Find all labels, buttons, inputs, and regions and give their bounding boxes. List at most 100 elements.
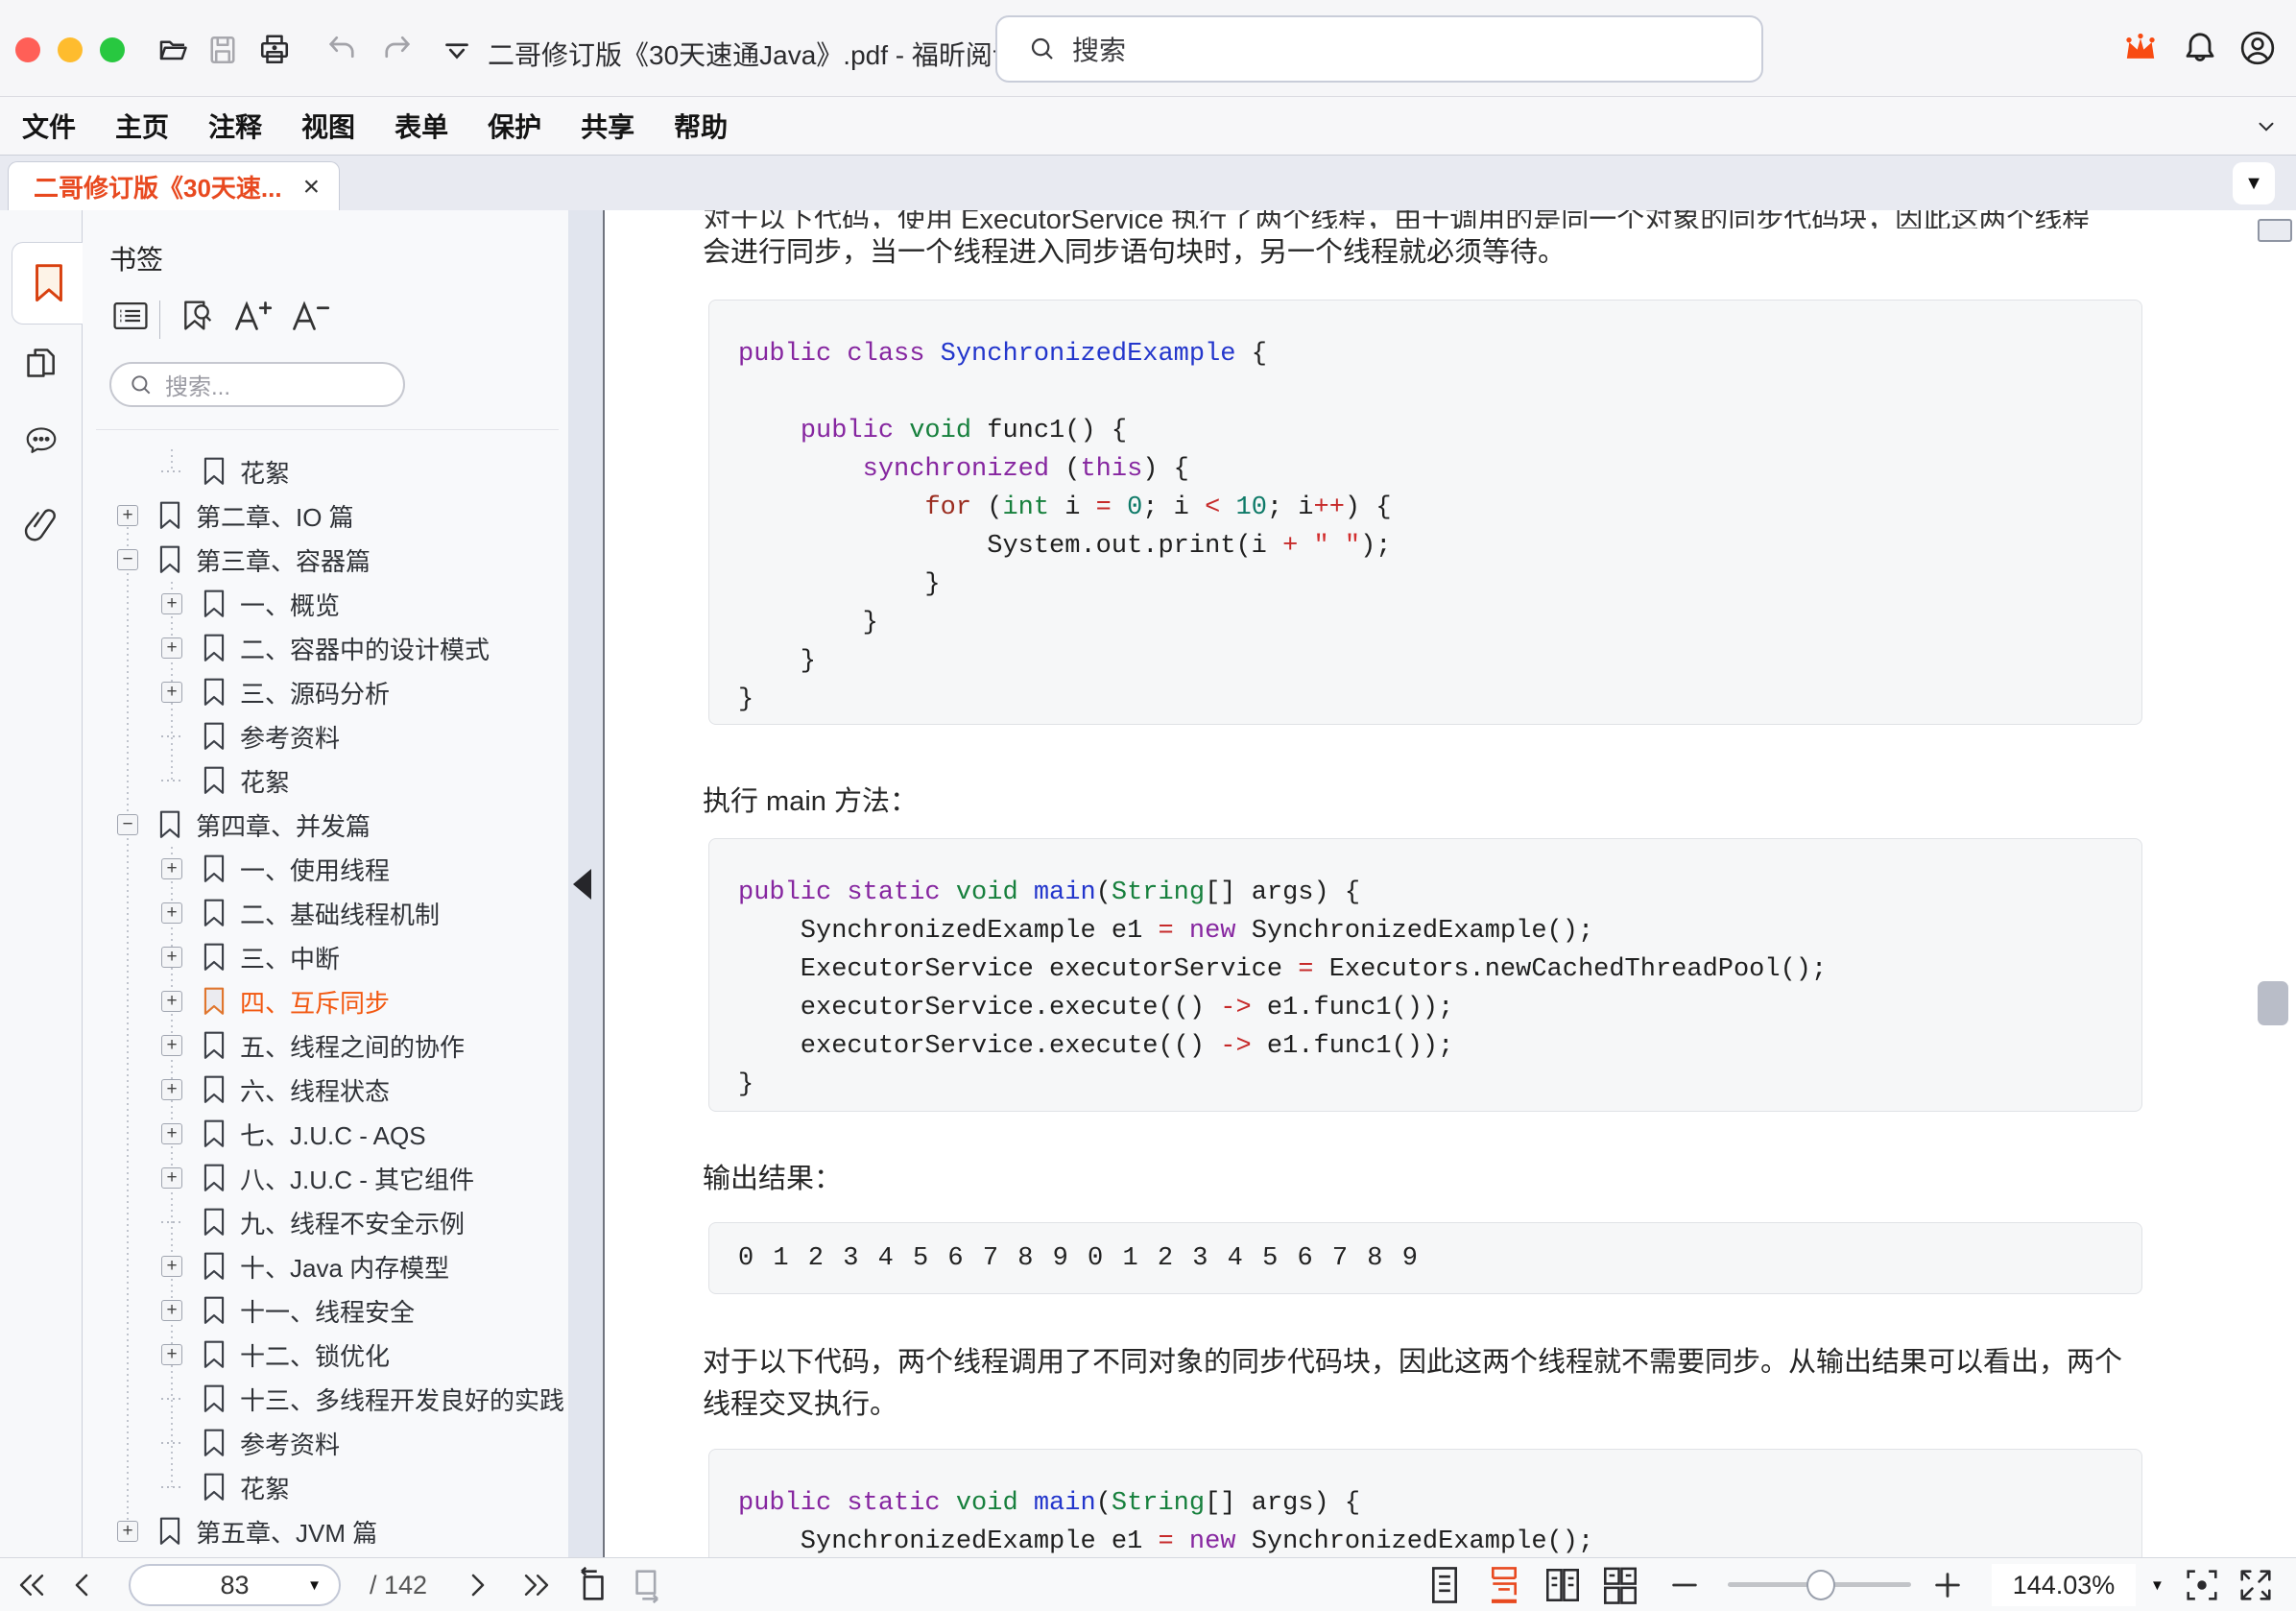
- zoom-dropdown-icon[interactable]: ▼: [2150, 1558, 2164, 1611]
- bookmark-item[interactable]: + 八、J.U.C - 其它组件: [83, 1156, 568, 1200]
- expand-plus-icon[interactable]: +: [161, 1300, 182, 1321]
- fullscreen-button[interactable]: [2236, 1558, 2275, 1611]
- bookmark-item[interactable]: 花絮: [83, 1465, 568, 1509]
- bookmarks-panel-toggle[interactable]: [12, 242, 85, 325]
- menu-view[interactable]: 视图: [301, 107, 355, 145]
- fit-page-button[interactable]: [2183, 1558, 2221, 1611]
- previous-view-button[interactable]: [572, 1558, 610, 1611]
- bookmark-item[interactable]: + 六、线程状态: [83, 1068, 568, 1112]
- increase-text-size-icon[interactable]: [232, 299, 273, 336]
- bookmark-item[interactable]: + 五、线程之间的协作: [83, 1023, 568, 1068]
- zoom-window-button[interactable]: [100, 37, 125, 62]
- menu-comment[interactable]: 注释: [208, 107, 262, 145]
- premium-crown-icon[interactable]: [2121, 29, 2156, 63]
- bookmark-item[interactable]: 十三、多线程开发良好的实践: [83, 1377, 568, 1421]
- facing-continuous-view-button[interactable]: [1601, 1558, 1639, 1611]
- next-page-button[interactable]: [466, 1558, 490, 1611]
- decrease-text-size-icon[interactable]: [290, 299, 330, 336]
- tab-close-icon[interactable]: ×: [303, 172, 321, 202]
- zoom-slider-thumb[interactable]: [1806, 1570, 1835, 1600]
- zoom-in-button[interactable]: [1931, 1558, 1964, 1611]
- zoom-percentage-value[interactable]: 144.03%: [1992, 1564, 2136, 1606]
- facing-view-button[interactable]: [1543, 1558, 1582, 1611]
- menu-home[interactable]: 主页: [115, 107, 169, 145]
- tab-list-dropdown-icon[interactable]: ▼: [2233, 162, 2275, 204]
- bookmark-item[interactable]: 参考资料: [83, 714, 568, 758]
- zoom-out-button[interactable]: [1668, 1558, 1701, 1611]
- bookmark-item[interactable]: + 第二章、IO 篇: [83, 493, 568, 538]
- bookmark-item[interactable]: + 三、源码分析: [83, 670, 568, 714]
- page-dropdown-icon[interactable]: ▼: [307, 1577, 322, 1594]
- toolbar-more-chevron-icon[interactable]: [440, 33, 474, 67]
- expand-plus-icon[interactable]: +: [161, 1256, 182, 1277]
- expand-plus-icon[interactable]: +: [161, 1035, 182, 1056]
- expand-plus-icon[interactable]: +: [161, 991, 182, 1012]
- account-avatar-icon[interactable]: [2238, 29, 2275, 65]
- collapse-minus-icon[interactable]: −: [117, 549, 138, 570]
- open-file-icon[interactable]: [155, 33, 190, 67]
- document-tab[interactable]: 二哥修订版《30天速... ×: [8, 161, 341, 211]
- menubar-collapse-chevron-icon[interactable]: [2254, 114, 2279, 139]
- notifications-bell-icon[interactable]: [2181, 29, 2215, 63]
- bookmark-item[interactable]: + 三、中断: [83, 935, 568, 979]
- previous-page-button[interactable]: [69, 1558, 94, 1611]
- bookmark-list-options-icon[interactable]: [111, 299, 150, 333]
- expand-plus-icon[interactable]: +: [161, 682, 182, 703]
- undo-icon[interactable]: [324, 33, 359, 67]
- bookmark-search-input[interactable]: 搜索...: [109, 362, 405, 407]
- bookmark-item[interactable]: + 四、互斥同步: [83, 979, 568, 1023]
- bookmark-item[interactable]: + 二、容器中的设计模式: [83, 626, 568, 670]
- menu-file[interactable]: 文件: [22, 107, 76, 145]
- continuous-view-button[interactable]: [1486, 1558, 1522, 1611]
- bookmark-item[interactable]: + 七、J.U.C - AQS: [83, 1112, 568, 1156]
- redo-icon[interactable]: [380, 33, 415, 67]
- bookmark-item[interactable]: + 十二、锁优化: [83, 1333, 568, 1377]
- expand-plus-icon[interactable]: +: [117, 505, 138, 526]
- expand-plus-icon[interactable]: +: [161, 593, 182, 614]
- page-number-input[interactable]: 83 ▼: [129, 1564, 341, 1606]
- expand-plus-icon[interactable]: +: [161, 902, 182, 924]
- collapse-minus-icon[interactable]: −: [117, 814, 138, 835]
- menu-form[interactable]: 表单: [395, 107, 448, 145]
- attachments-panel-toggle[interactable]: [23, 506, 60, 542]
- menu-share[interactable]: 共享: [581, 107, 634, 145]
- expand-plus-icon[interactable]: +: [161, 1344, 182, 1365]
- comments-panel-toggle[interactable]: [23, 423, 60, 460]
- bookmark-item[interactable]: + 十、Java 内存模型: [83, 1244, 568, 1288]
- bookmark-item[interactable]: 九、线程不安全示例: [83, 1200, 568, 1244]
- bookmark-item[interactable]: 花絮: [83, 758, 568, 803]
- global-search-input[interactable]: 搜索: [995, 15, 1763, 83]
- expand-plus-icon[interactable]: +: [117, 1521, 138, 1542]
- print-icon[interactable]: [257, 33, 292, 67]
- close-window-button[interactable]: [15, 37, 40, 62]
- bookmark-item[interactable]: + 一、使用线程: [83, 847, 568, 891]
- next-view-button[interactable]: [629, 1558, 667, 1611]
- expand-plus-icon[interactable]: +: [161, 858, 182, 879]
- pages-panel-toggle[interactable]: [23, 345, 60, 381]
- expand-plus-icon[interactable]: +: [161, 1079, 182, 1100]
- panel-resize-gutter[interactable]: [568, 210, 605, 1557]
- vertical-scrollbar-thumb[interactable]: [2258, 981, 2288, 1025]
- bookmark-item[interactable]: 花絮: [83, 449, 568, 493]
- bookmark-item[interactable]: + 第五章、JVM 篇: [83, 1509, 568, 1553]
- expand-plus-icon[interactable]: +: [161, 1167, 182, 1189]
- first-page-button[interactable]: [15, 1558, 48, 1611]
- menu-help[interactable]: 帮助: [674, 107, 728, 145]
- expand-plus-icon[interactable]: +: [161, 1123, 182, 1144]
- bookmark-item[interactable]: + 一、概览: [83, 582, 568, 626]
- bookmark-item[interactable]: − 第四章、并发篇: [83, 803, 568, 847]
- last-page-button[interactable]: [520, 1558, 553, 1611]
- minimize-window-button[interactable]: [58, 37, 83, 62]
- bookmark-item[interactable]: 参考资料: [83, 1421, 568, 1465]
- bookmark-item[interactable]: + 十一、线程安全: [83, 1288, 568, 1333]
- single-page-view-button[interactable]: [1426, 1558, 1463, 1611]
- scrollbar-top-button[interactable]: [2258, 219, 2292, 242]
- locate-bookmark-icon[interactable]: [179, 299, 215, 335]
- bookmark-item[interactable]: − 第三章、容器篇: [83, 538, 568, 582]
- expand-plus-icon[interactable]: +: [161, 947, 182, 968]
- bookmark-item[interactable]: + 二、基础线程机制: [83, 891, 568, 935]
- expand-plus-icon[interactable]: +: [161, 637, 182, 659]
- collapse-panel-arrow-icon[interactable]: [573, 869, 591, 900]
- menu-protect[interactable]: 保护: [488, 107, 541, 145]
- save-icon[interactable]: [205, 33, 240, 67]
